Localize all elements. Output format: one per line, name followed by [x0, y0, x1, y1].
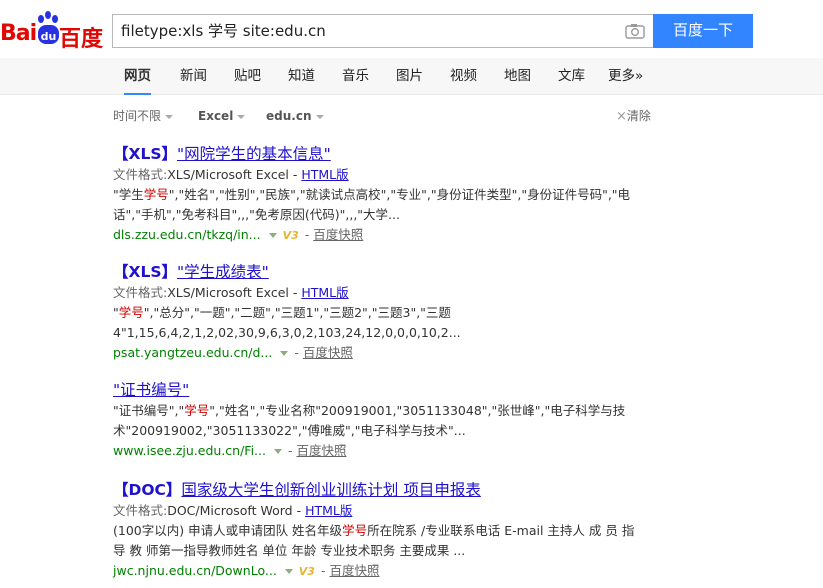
result-title-link[interactable]: "学生成绩表" [177, 263, 269, 281]
tab-more[interactable]: 更多» [608, 58, 643, 94]
paw-icon: du [38, 11, 59, 44]
result-format: 文件格式:XLS/Microsoft Excel - HTML版 [113, 285, 349, 300]
nav-tabs: 网页 新闻 贴吧 知道 音乐 图片 视频 地图 文库 更多» [0, 58, 823, 95]
tab-images[interactable]: 图片 [396, 58, 423, 94]
result-item: 【XLS】"学生成绩表" 文件格式:XLS/Microsoft Excel - … [113, 261, 643, 363]
filter-time[interactable]: 时间不限 [113, 104, 174, 128]
result-url: psat.yangtzeu.edu.cn/d... - 百度快照 [113, 345, 353, 360]
search-filters: 时间不限 Excel edu.cn ×清除 [0, 104, 823, 128]
result-abstract: "学号","总分","一题","二题","三题1","三题2","三题3","三… [113, 305, 461, 340]
file-type-tag: 【XLS】 [113, 263, 177, 281]
chevron-down-icon[interactable] [268, 232, 277, 238]
chevron-down-icon [165, 114, 174, 119]
result-title-link[interactable]: "证书编号" [113, 381, 189, 399]
tab-tieba[interactable]: 贴吧 [234, 58, 261, 94]
logo-text-baidu: 百度 [59, 27, 104, 52]
search-input[interactable] [121, 15, 601, 47]
filter-site[interactable]: edu.cn [266, 104, 324, 128]
snapshot-link[interactable]: 百度快照 [329, 563, 379, 578]
result-url: jwc.njnu.edu.cn/DownLo... V3 - 百度快照 [113, 561, 643, 582]
result-title-link[interactable]: "网院学生的基本信息" [177, 145, 331, 163]
result-title-link[interactable]: 国家级大学生创新创业训练计划 项目申报表 [181, 481, 480, 499]
result-title[interactable]: 【XLS】"学生成绩表" [113, 261, 643, 283]
result-url: www.isee.zju.edu.cn/Fi... - 百度快照 [113, 443, 347, 458]
camera-icon[interactable] [625, 23, 645, 39]
result-abstract: "证书编号","学号","姓名","专业名称"200919001,"305113… [113, 403, 626, 438]
tab-web[interactable]: 网页 [124, 58, 151, 95]
chevron-down-icon[interactable] [273, 448, 282, 454]
v3-badge-icon: V3 [298, 565, 315, 578]
result-url: dls.zzu.edu.cn/tkzq/in... V3 - 百度快照 [113, 225, 643, 246]
html-version-link[interactable]: HTML版 [301, 167, 348, 182]
tab-music[interactable]: 音乐 [342, 58, 369, 94]
result-abstract: (100字以内) 申请人或申请团队 姓名年级学号所在院系 /专业联系电话 E-m… [113, 523, 635, 558]
chevron-down-icon [315, 114, 324, 119]
snapshot-link[interactable]: 百度快照 [313, 227, 363, 242]
result-item: "证书编号" "证书编号","学号","姓名","专业名称"200919001,… [113, 379, 643, 461]
result-item: 【DOC】国家级大学生创新创业训练计划 项目申报表 文件格式:DOC/Micro… [113, 479, 643, 582]
result-format: 文件格式:DOC/Microsoft Word - HTML版 [113, 503, 353, 518]
result-item: 【XLS】"网院学生的基本信息" 文件格式:XLS/Microsoft Exce… [113, 143, 643, 246]
chevron-down-icon[interactable] [284, 568, 293, 574]
file-type-tag: 【DOC】 [113, 481, 182, 499]
logo-text-bai: Bai [0, 21, 37, 46]
tab-zhidao[interactable]: 知道 [288, 58, 315, 94]
svg-text:du: du [41, 30, 57, 43]
clear-filters-button[interactable]: ×清除 [616, 104, 651, 129]
tab-video[interactable]: 视频 [450, 58, 477, 94]
tab-news[interactable]: 新闻 [180, 58, 207, 94]
result-title[interactable]: 【XLS】"网院学生的基本信息" [113, 143, 643, 165]
chevron-down-icon [237, 114, 246, 119]
header: Bai du 百度 百度一下 [0, 0, 823, 58]
file-type-tag: 【XLS】 [113, 145, 177, 163]
search-button[interactable]: 百度一下 [653, 14, 753, 48]
chevron-down-icon[interactable] [280, 350, 289, 356]
result-title[interactable]: "证书编号" [113, 379, 643, 401]
result-title[interactable]: 【DOC】国家级大学生创新创业训练计划 项目申报表 [113, 479, 643, 501]
v3-badge-icon: V3 [282, 229, 299, 242]
result-format: 文件格式:XLS/Microsoft Excel - HTML版 [113, 167, 349, 182]
result-abstract: "学生学号","姓名","性别","民族","就读试点高校","专业","身份证… [113, 187, 631, 222]
tab-wenku[interactable]: 文库 [558, 58, 585, 94]
close-icon: × [616, 109, 627, 124]
search-box [112, 14, 653, 48]
html-version-link[interactable]: HTML版 [301, 285, 348, 300]
snapshot-link[interactable]: 百度快照 [303, 345, 353, 360]
snapshot-link[interactable]: 百度快照 [296, 443, 346, 458]
tab-map[interactable]: 地图 [504, 58, 531, 94]
baidu-logo[interactable]: Bai du 百度 [0, 8, 110, 52]
filter-type[interactable]: Excel [198, 104, 246, 128]
html-version-link[interactable]: HTML版 [305, 503, 352, 518]
